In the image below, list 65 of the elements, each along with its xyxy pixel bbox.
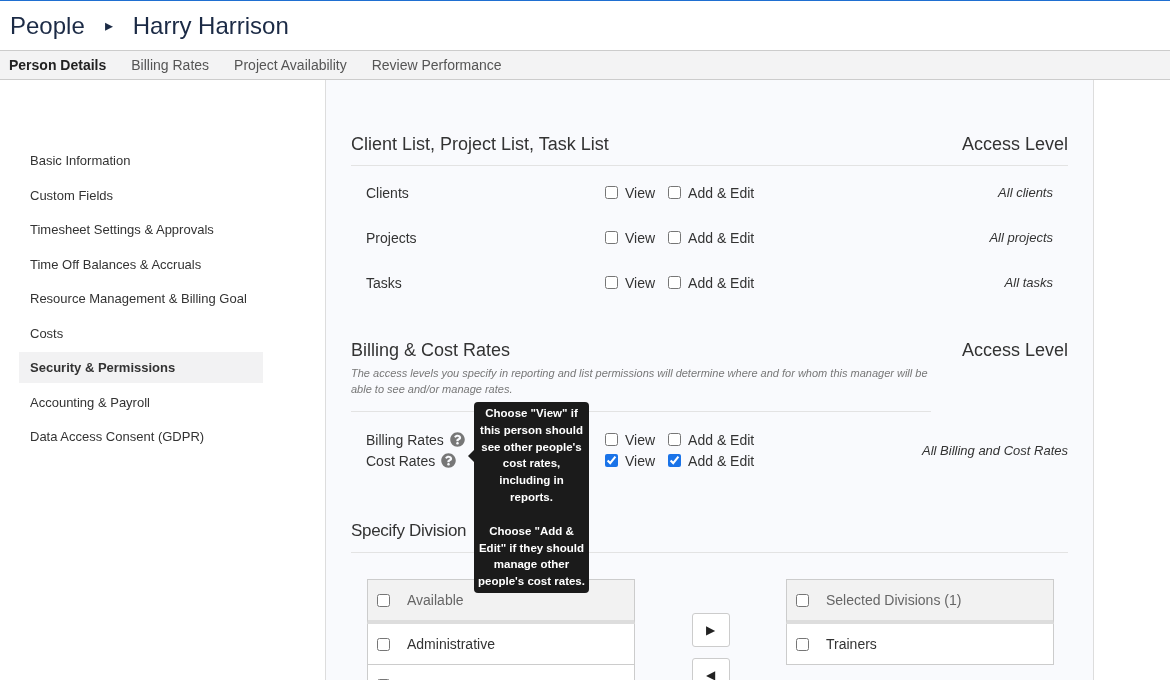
tab[interactable]: Review Performance (371, 57, 502, 73)
tab[interactable]: Billing Rates (131, 57, 210, 73)
move-button[interactable]: ▶ (691, 613, 730, 647)
checkbox[interactable] (605, 231, 618, 244)
section-heading: Billing & Cost Rates (351, 339, 511, 361)
section-heading: Client List, Project List, Task List (351, 133, 609, 155)
checkbox[interactable] (796, 593, 809, 607)
help-icon[interactable] (441, 453, 457, 468)
division-label: Administrative (407, 636, 495, 652)
list-item[interactable]: Trainers (786, 624, 1054, 665)
list-header-label: Selected Divisions (1) (826, 592, 962, 608)
checkbox-option[interactable]: View (605, 184, 656, 201)
row-label: Billing Rates (366, 431, 444, 448)
section-heading: Specify Division (351, 520, 467, 542)
access-level: All projects (989, 230, 1053, 245)
checkbox[interactable] (668, 186, 682, 199)
breadcrumb-separator: ▸ (104, 16, 113, 35)
access-level-heading: Access Level (961, 133, 1068, 155)
checkbox-option[interactable]: Add & Edit (668, 229, 755, 246)
tab[interactable]: Person Details (9, 57, 107, 73)
checkbox[interactable] (668, 276, 682, 289)
checkbox[interactable] (605, 454, 618, 467)
checkbox-option[interactable]: Add & Edit (668, 431, 755, 448)
checkbox-option[interactable]: Add & Edit (668, 452, 755, 469)
help-icon[interactable] (449, 432, 465, 447)
checkbox[interactable] (796, 637, 809, 651)
move-button[interactable]: ◀ (691, 658, 730, 680)
row-label: Clients (366, 184, 410, 201)
row-label: Cost Rates (366, 452, 436, 469)
sidebar-item[interactable]: Accounting & Payroll (19, 386, 263, 418)
sidebar-item[interactable]: Custom Fields (19, 179, 263, 211)
access-level: All tasks (1004, 275, 1053, 290)
checkbox[interactable] (668, 433, 682, 446)
checkbox-option[interactable]: View (605, 431, 656, 448)
row-label: Tasks (366, 274, 403, 291)
checkbox[interactable] (605, 186, 618, 199)
checkbox[interactable] (377, 593, 390, 607)
access-level: All Billing and Cost Rates (922, 442, 1068, 458)
sidebar-item[interactable]: Security & Permissions (19, 352, 263, 383)
sidebar-item[interactable]: Data Access Consent (GDPR) (19, 421, 263, 452)
sidebar-item[interactable]: Costs (19, 317, 263, 349)
tooltip-text: Choose "Add & Edit" if they should manage other people's cost rates. (478, 523, 585, 590)
access-level: All clients (998, 185, 1053, 200)
checkbox[interactable] (605, 276, 618, 289)
checkbox[interactable] (668, 231, 682, 244)
checkbox[interactable] (668, 454, 682, 467)
row-label: Projects (366, 229, 418, 246)
checkbox-option[interactable]: Add & Edit (668, 184, 755, 201)
sidebar-item[interactable]: Basic Information (19, 145, 263, 176)
checkbox-option[interactable]: Add & Edit (668, 274, 755, 291)
list-header-label: Available (407, 592, 464, 608)
sidebar-item[interactable]: Timesheet Settings & Approvals (19, 214, 263, 245)
page-title: Harry Harrison (132, 11, 289, 40)
sidebar-item[interactable]: Time Off Balances & Accruals (19, 248, 263, 280)
checkbox-option[interactable]: View (605, 452, 656, 469)
checkbox[interactable] (605, 433, 618, 446)
checkbox-option[interactable]: View (605, 229, 656, 246)
list-item[interactable]: Administrative (367, 624, 635, 665)
division-label: Trainers (826, 636, 877, 652)
access-level-heading: Access Level (961, 339, 1068, 361)
sidebar-item[interactable]: Resource Management & Billing Goal (19, 283, 263, 314)
tab[interactable]: Project Availability (234, 57, 347, 73)
checkbox[interactable] (377, 637, 390, 651)
checkbox-option[interactable]: View (605, 274, 656, 291)
section-title[interactable]: People (10, 11, 85, 40)
